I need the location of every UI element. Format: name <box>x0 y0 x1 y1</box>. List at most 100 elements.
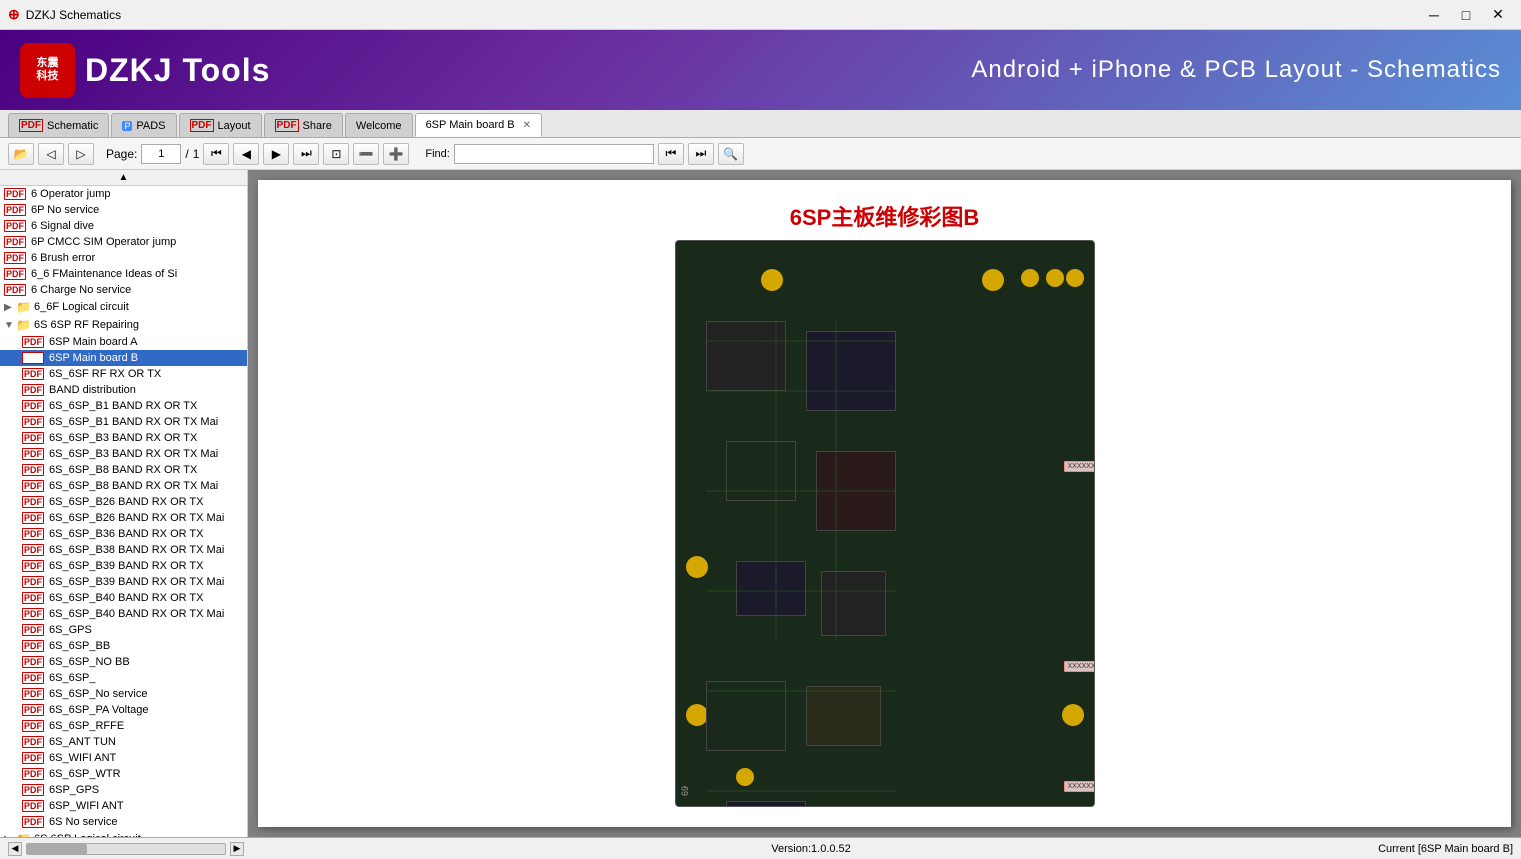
window-title: DZKJ Schematics <box>26 8 121 22</box>
find-next-button[interactable]: ⏭ <box>688 143 714 165</box>
sidebar-scroll-up[interactable]: ▲ <box>0 170 247 186</box>
sidebar-item-0[interactable]: PDF6 Operator jump <box>0 186 247 202</box>
item-label-16: 6S_6SP_B3 BAND RX OR TX Mai <box>49 448 218 460</box>
zoom-in-button[interactable]: ➕ <box>383 143 409 165</box>
sidebar-item-30[interactable]: PDF6S_6SP_ <box>0 670 247 686</box>
item-label-33: 6S_6SP_RFFE <box>49 720 124 732</box>
item-label-39: 6S No service <box>49 816 117 828</box>
sidebar-item-6[interactable]: PDF6 Charge No service <box>0 282 247 298</box>
sidebar-item-3[interactable]: PDF6P CMCC SIM Operator jump <box>0 234 247 250</box>
sidebar-item-24[interactable]: PDF6S_6SP_B39 BAND RX OR TX Mai <box>0 574 247 590</box>
pdf-icon-29: PDF <box>22 656 44 668</box>
sidebar-item-39[interactable]: PDF6S No service <box>0 814 247 830</box>
tab-share[interactable]: PDF Share <box>264 113 343 137</box>
app-name: DZKJ Tools <box>85 52 270 89</box>
tab-welcome[interactable]: Welcome <box>345 113 413 137</box>
last-page-button[interactable]: ⏭ <box>293 143 319 165</box>
sidebar-item-21[interactable]: PDF6S_6SP_B36 BAND RX OR TX <box>0 526 247 542</box>
find-label: Find: <box>425 148 449 160</box>
next-page-button[interactable]: ▶ <box>263 143 289 165</box>
sidebar-item-2[interactable]: PDF6 Signal dive <box>0 218 247 234</box>
sidebar-item-38[interactable]: PDF6SP_WIFI ANT <box>0 798 247 814</box>
sidebar-item-20[interactable]: PDF6S_6SP_B26 BAND RX OR TX Mai <box>0 510 247 526</box>
sidebar-item-34[interactable]: PDF6S_ANT TUN <box>0 734 247 750</box>
sidebar-item-27[interactable]: PDF6S_GPS <box>0 622 247 638</box>
sidebar-item-36[interactable]: PDF6S_6SP_WTR <box>0 766 247 782</box>
chip-5 <box>736 561 806 616</box>
item-label-3: 6P CMCC SIM Operator jump <box>31 236 176 248</box>
sidebar-item-31[interactable]: PDF6S_6SP_No service <box>0 686 247 702</box>
close-button[interactable]: ✕ <box>1483 5 1513 25</box>
sidebar-item-12[interactable]: PDFBAND distribution <box>0 382 247 398</box>
gold-pad-b1 <box>736 768 754 786</box>
zoom-fit-button[interactable]: ⊡ <box>323 143 349 165</box>
sidebar-item-33[interactable]: PDF6S_6SP_RFFE <box>0 718 247 734</box>
item-label-40: 6S 6SP Logical circuit <box>34 833 141 837</box>
minimize-button[interactable]: ─ <box>1419 5 1449 25</box>
item-label-9: 6SP Main board A <box>49 336 137 348</box>
find-prev-button[interactable]: ⏮ <box>658 143 684 165</box>
sidebar-item-4[interactable]: PDF6 Brush error <box>0 250 247 266</box>
sidebar-item-29[interactable]: PDF6S_6SP_NO BB <box>0 654 247 670</box>
main-area: ▲ PDF6 Operator jumpPDF6P No servicePDF6… <box>0 170 1521 837</box>
sidebar-item-17[interactable]: PDF6S_6SP_B8 BAND RX OR TX <box>0 462 247 478</box>
sidebar-item-18[interactable]: PDF6S_6SP_B8 BAND RX OR TX Mai <box>0 478 247 494</box>
tab-close-icon[interactable]: ✕ <box>523 120 531 131</box>
sidebar-item-5[interactable]: PDF6_6 FMaintenance Ideas of Si <box>0 266 247 282</box>
sidebar-item-9[interactable]: PDF 6SP Main board A <box>0 334 247 350</box>
app-icon: ⊕ <box>8 6 20 23</box>
sidebar-item-16[interactable]: PDF6S_6SP_B3 BAND RX OR TX Mai <box>0 446 247 462</box>
prev-page-button[interactable]: ◀ <box>233 143 259 165</box>
page-separator: / <box>185 147 188 161</box>
zoom-out-button[interactable]: ➖ <box>353 143 379 165</box>
sidebar-item-35[interactable]: PDF6S_WIFI ANT <box>0 750 247 766</box>
sidebar-item-25[interactable]: PDF6S_6SP_B40 BAND RX OR TX <box>0 590 247 606</box>
toolbar: 📂 ◁ ▷ Page: / 1 ⏮ ◀ ▶ ⏭ ⊡ ➖ ➕ Find: ⏮ ⏭ … <box>0 138 1521 170</box>
item-label-7: 6_6F Logical circuit <box>34 301 129 313</box>
pdf-icon-24: PDF <box>22 576 44 588</box>
find-options-button[interactable]: 🔍 <box>718 143 744 165</box>
scroll-thumb <box>27 844 87 854</box>
sidebar-item-23[interactable]: PDF6S_6SP_B39 BAND RX OR TX <box>0 558 247 574</box>
scroll-left-button[interactable]: ◀ <box>8 842 22 856</box>
maximize-button[interactable]: □ <box>1451 5 1481 25</box>
label-14: XXXXXXX XXX XXXXXXXXX XXXXXXXX <box>1064 781 1094 792</box>
pdf-icon-0: PDF <box>4 188 26 200</box>
sidebar-item-14[interactable]: PDF6S_6SP_B1 BAND RX OR TX Mai <box>0 414 247 430</box>
tab-6sp-main-board-b[interactable]: 6SP Main board B ✕ <box>415 113 542 137</box>
pdf-icon-9: PDF <box>22 336 44 348</box>
find-input[interactable] <box>454 144 654 164</box>
content-area[interactable]: 6SP主板维修彩图B <box>248 170 1521 837</box>
item-label-22: 6S_6SP_B38 BAND RX OR TX Mai <box>49 544 224 556</box>
tab-pads[interactable]: P PADS <box>111 113 176 137</box>
board-title: 6SP主板维修彩图B <box>790 200 979 232</box>
sidebar-item-11[interactable]: PDF6S_6SF RF RX OR TX <box>0 366 247 382</box>
scroll-right-button[interactable]: ▶ <box>230 842 244 856</box>
sidebar-item-15[interactable]: PDF6S_6SP_B3 BAND RX OR TX <box>0 430 247 446</box>
pdf-icon-35: PDF <box>22 752 44 764</box>
logo-icon: 东震 科技 <box>20 43 75 98</box>
forward-button[interactable]: ▷ <box>68 143 94 165</box>
item-label-34: 6S_ANT TUN <box>49 736 116 748</box>
pdf-icon-25: PDF <box>22 592 44 604</box>
sidebar-item-22[interactable]: PDF6S_6SP_B38 BAND RX OR TX Mai <box>0 542 247 558</box>
sidebar-item-37[interactable]: PDF6SP_GPS <box>0 782 247 798</box>
sidebar-item-13[interactable]: PDF6S_6SP_B1 BAND RX OR TX <box>0 398 247 414</box>
item-label-12: BAND distribution <box>49 384 136 396</box>
sidebar-item-1[interactable]: PDF6P No service <box>0 202 247 218</box>
page-number-input[interactable] <box>141 144 181 164</box>
sidebar-item-28[interactable]: PDF6S_6SP_BB <box>0 638 247 654</box>
horizontal-scrollbar[interactable] <box>26 843 226 855</box>
sidebar-item-40[interactable]: ▶📁6S 6SP Logical circuit <box>0 830 247 837</box>
first-page-button[interactable]: ⏮ <box>203 143 229 165</box>
back-button[interactable]: ◁ <box>38 143 64 165</box>
tab-schematic[interactable]: PDF Schematic <box>8 113 109 137</box>
sidebar-item-10[interactable]: PDF6SP Main board B <box>0 350 247 366</box>
sidebar-item-19[interactable]: PDF6S_6SP_B26 BAND RX OR TX <box>0 494 247 510</box>
sidebar-item-26[interactable]: PDF6S_6SP_B40 BAND RX OR TX Mai <box>0 606 247 622</box>
sidebar-item-8[interactable]: ▼📁6S 6SP RF Repairing <box>0 316 247 334</box>
tab-layout[interactable]: PDF Layout <box>179 113 262 137</box>
open-button[interactable]: 📂 <box>8 143 34 165</box>
sidebar-item-7[interactable]: ▶📁6_6F Logical circuit <box>0 298 247 316</box>
sidebar-item-32[interactable]: PDF6S_6SP_PA Voltage <box>0 702 247 718</box>
